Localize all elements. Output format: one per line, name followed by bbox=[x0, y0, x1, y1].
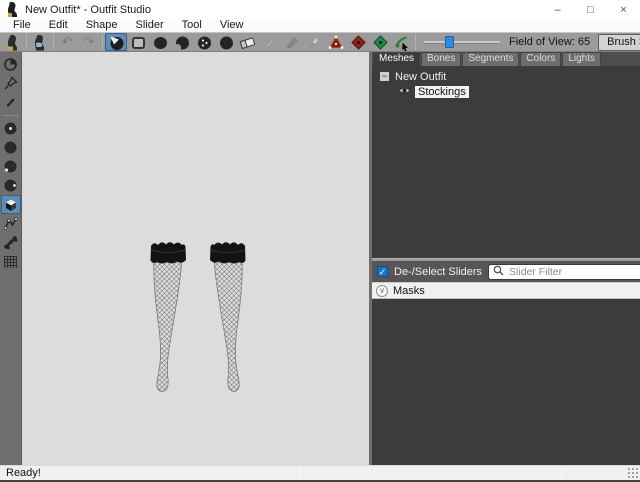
minimize-button[interactable]: – bbox=[541, 0, 574, 19]
deselect-sliders-label: De-/Select Sliders bbox=[394, 266, 482, 278]
field-of-view-slider[interactable] bbox=[424, 34, 500, 50]
side-toolbar bbox=[0, 52, 22, 465]
menu-shape[interactable]: Shape bbox=[77, 19, 127, 32]
slider-filter-bar: ✓ De-/Select Sliders × bbox=[372, 261, 640, 282]
tree-row-new-outfit[interactable]: − New Outfit bbox=[372, 70, 640, 83]
outfit-studio-window: New Outfit* - Outfit Studio – □ × File E… bbox=[0, 0, 640, 482]
collapse-expander-icon[interactable]: − bbox=[380, 72, 389, 81]
menu-tool[interactable]: Tool bbox=[173, 19, 211, 32]
visibility-eye-icon[interactable] bbox=[398, 86, 411, 98]
viewport-canvas[interactable] bbox=[22, 52, 369, 465]
inflate-brush-icon[interactable] bbox=[149, 33, 171, 51]
eraser-brush-icon[interactable] bbox=[237, 33, 259, 51]
load-project-icon[interactable] bbox=[2, 33, 24, 51]
smooth-brush-icon[interactable] bbox=[193, 33, 215, 51]
status-bar: Ready! bbox=[0, 465, 640, 480]
cube-view-icon[interactable] bbox=[1, 195, 21, 214]
tab-segments[interactable]: Segments bbox=[462, 52, 519, 66]
deflate-brush-icon[interactable] bbox=[171, 33, 193, 51]
masks-label: Masks bbox=[393, 285, 425, 297]
view-rotate-icon[interactable] bbox=[1, 55, 21, 74]
brush-side-dot-icon[interactable] bbox=[1, 176, 21, 195]
menu-file[interactable]: File bbox=[4, 19, 40, 32]
select-brush-icon[interactable] bbox=[105, 33, 127, 51]
redo-icon[interactable]: ↷ bbox=[78, 33, 100, 51]
grid-icon[interactable] bbox=[1, 252, 21, 271]
tree-row-stockings[interactable]: Stockings bbox=[372, 85, 640, 98]
alpha-brush-icon[interactable] bbox=[303, 33, 325, 51]
color-brush-icon[interactable] bbox=[281, 33, 303, 51]
pivot-tool-icon[interactable] bbox=[347, 33, 369, 51]
slider-track bbox=[424, 41, 500, 44]
tree-child-label-selected[interactable]: Stockings bbox=[415, 86, 469, 98]
mask-brush-icon[interactable] bbox=[127, 33, 149, 51]
title-bar: New Outfit* - Outfit Studio – □ × bbox=[0, 0, 640, 19]
bone-icon[interactable] bbox=[1, 233, 21, 252]
main-toolbar: ↶ ↷ bbox=[0, 32, 640, 52]
tab-lights[interactable]: Lights bbox=[562, 52, 601, 66]
undo-icon[interactable]: ↶ bbox=[56, 33, 78, 51]
tree-root-label[interactable]: New Outfit bbox=[395, 71, 446, 83]
meshes-tree: − New Outfit Stockings bbox=[372, 66, 640, 258]
toolbar-separator bbox=[102, 34, 103, 50]
slider-filter-searchbox[interactable]: × bbox=[488, 264, 640, 280]
main-area: Meshes Bones Segments Colors Lights − Ne… bbox=[0, 52, 640, 465]
brush-center-dot-icon[interactable] bbox=[1, 119, 21, 138]
menu-slider[interactable]: Slider bbox=[127, 19, 173, 32]
field-of-view-label: Field of View: 65 bbox=[509, 36, 590, 48]
stockings-model[interactable] bbox=[138, 228, 258, 396]
transform-tool-icon[interactable] bbox=[325, 33, 347, 51]
pencil-icon[interactable] bbox=[1, 93, 21, 112]
vertex-edit-tool-icon[interactable] bbox=[369, 33, 391, 51]
menu-view[interactable]: View bbox=[211, 19, 253, 32]
right-panel: Meshes Bones Segments Colors Lights − Ne… bbox=[369, 52, 640, 465]
toolbar-separator bbox=[26, 34, 27, 50]
maximize-button[interactable]: □ bbox=[574, 0, 607, 19]
status-separator bbox=[300, 467, 301, 479]
slider-handle[interactable] bbox=[445, 36, 454, 48]
slider-filter-input[interactable] bbox=[507, 265, 640, 279]
window-title: New Outfit* - Outfit Studio bbox=[25, 4, 151, 16]
tab-colors[interactable]: Colors bbox=[520, 52, 561, 66]
chevron-down-icon[interactable]: ∨ bbox=[376, 285, 388, 297]
side-toolbar-separator bbox=[3, 115, 19, 116]
tab-meshes[interactable]: Meshes bbox=[373, 52, 420, 66]
toolbar-separator bbox=[415, 34, 416, 50]
window-controls: – □ × bbox=[541, 0, 640, 19]
app-logo-icon bbox=[6, 2, 20, 17]
resize-grip[interactable] bbox=[627, 467, 639, 479]
save-project-icon[interactable] bbox=[29, 33, 51, 51]
brush-settings-button[interactable]: Brush Settings bbox=[598, 34, 640, 51]
panel-tab-bar: Meshes Bones Segments Colors Lights bbox=[372, 52, 640, 66]
close-button[interactable]: × bbox=[607, 0, 640, 19]
status-separator bbox=[561, 467, 562, 479]
move-brush-icon[interactable] bbox=[215, 33, 237, 51]
weight-brush-icon[interactable] bbox=[259, 33, 281, 51]
sliders-empty-area bbox=[372, 299, 640, 465]
brush-solid-icon[interactable] bbox=[1, 138, 21, 157]
search-icon bbox=[493, 263, 504, 281]
brush-corner-dot-icon[interactable] bbox=[1, 157, 21, 176]
tab-bones[interactable]: Bones bbox=[421, 52, 461, 66]
toolbar-separator bbox=[53, 34, 54, 50]
masks-section-header[interactable]: ∨ Masks bbox=[372, 282, 640, 299]
pin-icon[interactable] bbox=[1, 74, 21, 93]
status-text: Ready! bbox=[6, 467, 41, 479]
menu-bar: File Edit Shape Slider Tool View bbox=[0, 19, 640, 32]
vertex-lasso-icon[interactable] bbox=[1, 214, 21, 233]
pose-tool-icon[interactable] bbox=[391, 33, 413, 51]
deselect-sliders-checkbox[interactable]: ✓ bbox=[377, 266, 388, 277]
menu-edit[interactable]: Edit bbox=[40, 19, 77, 32]
